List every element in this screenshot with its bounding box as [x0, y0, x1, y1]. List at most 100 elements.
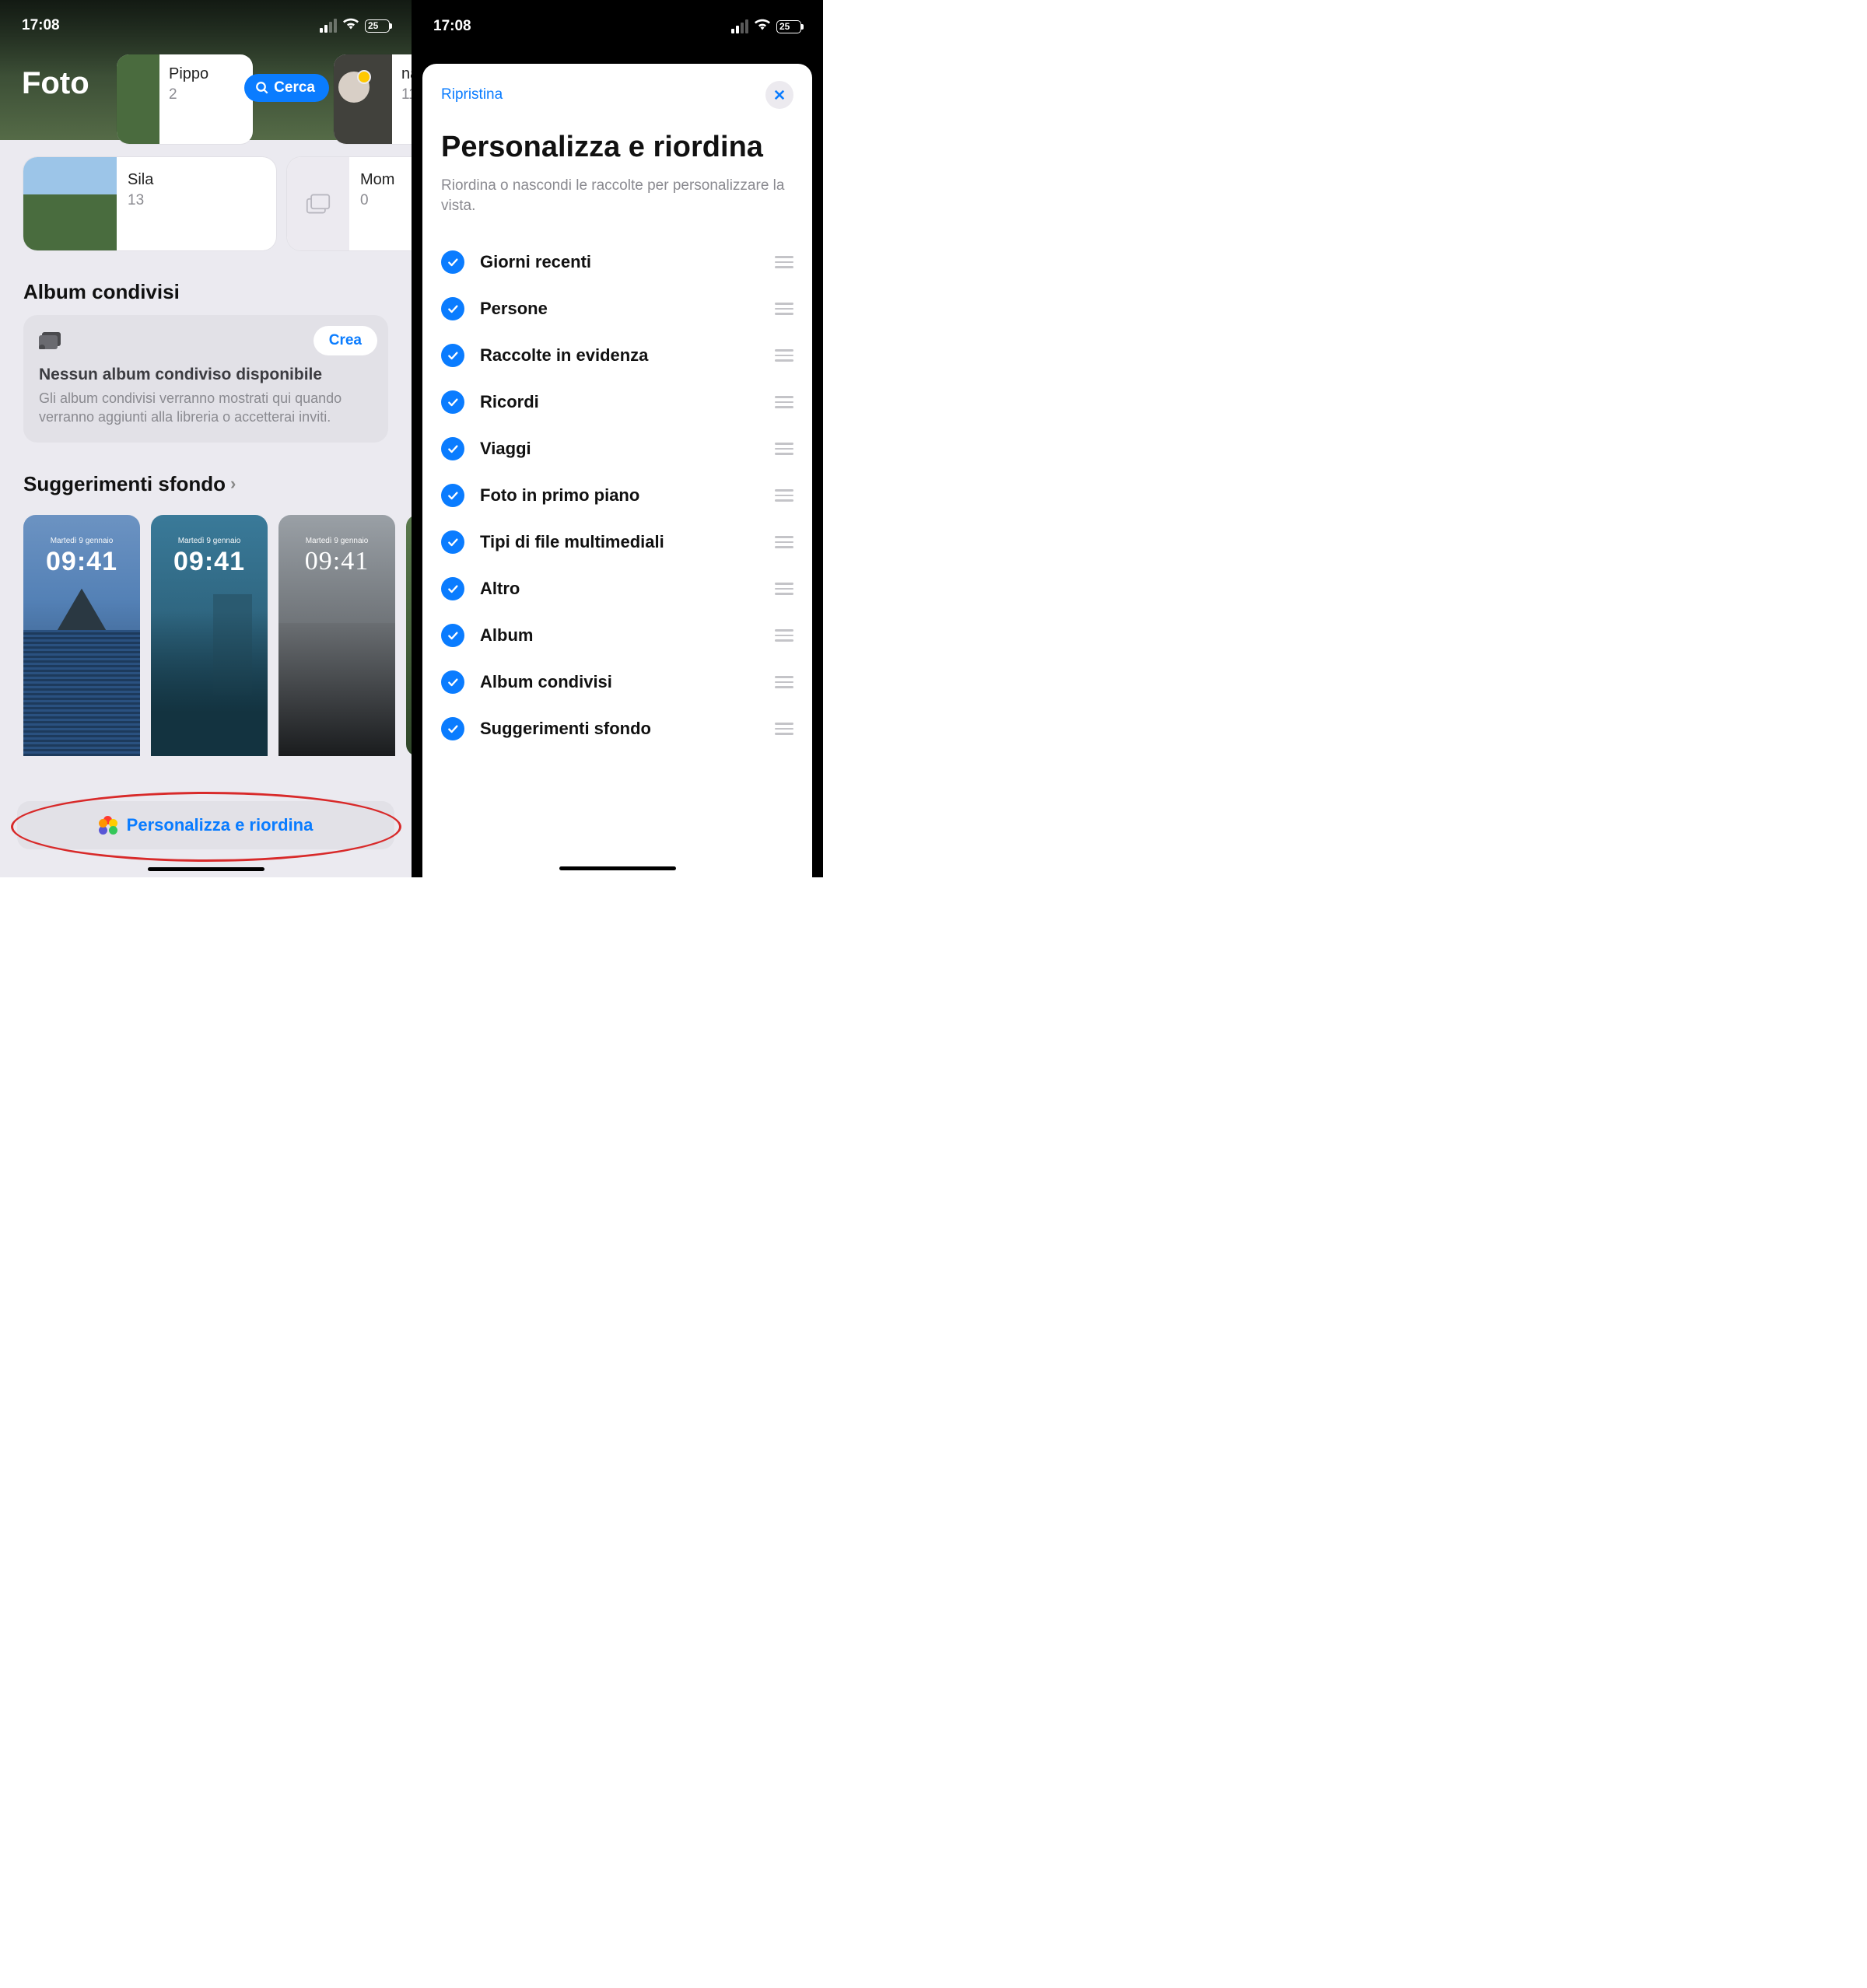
collection-row[interactable]: Album condivisi — [441, 659, 793, 705]
customize-reorder-button[interactable]: Personalizza e riordina — [17, 801, 394, 849]
wallpaper-tile[interactable]: Martedì 9 gennaio 09:41 — [23, 515, 140, 756]
album-count: 13 — [128, 192, 153, 209]
album-name: Sila — [128, 171, 153, 189]
status-bar: 17:08 25 — [412, 0, 823, 39]
search-label: Cerca — [274, 79, 315, 96]
collection-row[interactable]: Altro — [441, 565, 793, 612]
wallpaper-date: Martedì 9 gennaio — [51, 537, 114, 545]
wifi-icon — [755, 18, 770, 35]
collection-row[interactable]: Suggerimenti sfondo — [441, 705, 793, 752]
collection-label: Giorni recenti — [480, 252, 759, 272]
profile-avatar[interactable] — [338, 72, 370, 103]
drag-handle-icon[interactable] — [775, 349, 793, 362]
drag-handle-icon[interactable] — [775, 443, 793, 455]
battery-icon: 25 — [365, 19, 390, 33]
restore-button[interactable]: Ripristina — [441, 86, 503, 103]
wallpaper-tile[interactable]: Martedì 9 gennaio 09:41 — [278, 515, 395, 756]
close-button[interactable] — [765, 81, 793, 109]
status-time: 17:08 — [22, 17, 60, 34]
collection-row[interactable]: Persone — [441, 285, 793, 332]
collection-row[interactable]: Foto in primo piano — [441, 472, 793, 519]
wallpaper-tile[interactable] — [406, 515, 412, 756]
empty-title: Nessun album condiviso disponibile — [39, 366, 373, 384]
wallpaper-clock: 09:41 — [173, 547, 245, 577]
drag-handle-icon[interactable] — [775, 629, 793, 642]
checkbox-checked-icon[interactable] — [441, 577, 464, 600]
collection-label: Suggerimenti sfondo — [480, 719, 759, 739]
collection-label: Ricordi — [480, 392, 759, 412]
drag-handle-icon[interactable] — [775, 303, 793, 315]
shared-albums-empty-card: Crea Nessun album condiviso disponibile … — [23, 315, 388, 443]
album-tile[interactable]: Sila 13 — [23, 157, 276, 250]
home-indicator[interactable] — [559, 866, 676, 870]
status-icons: 25 — [320, 17, 390, 34]
wallpaper-tile[interactable]: Martedì 9 gennaio 09:41 — [151, 515, 268, 756]
album-name: nap — [401, 65, 412, 83]
drag-handle-icon[interactable] — [775, 723, 793, 735]
wallpaper-clock: 09:41 — [305, 547, 369, 576]
wifi-icon — [343, 17, 359, 34]
drag-handle-icon[interactable] — [775, 676, 793, 688]
photos-main-screen: 17:08 25 Foto Pippo 2 nap 119 — [0, 0, 412, 877]
collection-label: Raccolte in evidenza — [480, 345, 759, 366]
checkbox-checked-icon[interactable] — [441, 624, 464, 647]
checkbox-checked-icon[interactable] — [441, 250, 464, 274]
checkbox-checked-icon[interactable] — [441, 344, 464, 367]
section-heading-shared[interactable]: Album condivisi — [0, 250, 412, 315]
collection-label: Album — [480, 625, 759, 646]
home-indicator[interactable] — [148, 867, 264, 871]
checkbox-checked-icon[interactable] — [441, 297, 464, 320]
photos-stack-icon — [287, 157, 349, 250]
search-button[interactable]: Cerca — [244, 74, 329, 102]
section-heading-wallpaper[interactable]: Suggerimenti sfondo › — [0, 443, 412, 507]
collection-label: Viaggi — [480, 439, 759, 459]
album-name: Pippo — [169, 65, 208, 83]
collection-label: Foto in primo piano — [480, 485, 759, 506]
collection-row[interactable]: Ricordi — [441, 379, 793, 425]
cellular-icon — [731, 19, 748, 33]
checkbox-checked-icon[interactable] — [441, 530, 464, 554]
checkbox-checked-icon[interactable] — [441, 717, 464, 740]
checkbox-checked-icon[interactable] — [441, 437, 464, 460]
album-count: 0 — [360, 192, 394, 209]
collection-label: Tipi di file multimediali — [480, 532, 759, 552]
wallpaper-clock: 09:41 — [46, 547, 117, 577]
cellular-icon — [320, 19, 337, 33]
checkbox-checked-icon[interactable] — [441, 484, 464, 507]
collection-row[interactable]: Giorni recenti — [441, 239, 793, 285]
album-count: 2 — [169, 86, 208, 103]
customize-sheet: Ripristina Personalizza e riordina Riord… — [422, 64, 812, 877]
collection-label: Album condivisi — [480, 672, 759, 692]
empty-body: Gli album condivisi verranno mostrati qu… — [39, 389, 373, 427]
wallpaper-date: Martedì 9 gennaio — [306, 537, 369, 545]
page-title: Foto — [8, 66, 89, 132]
status-icons: 25 — [731, 18, 801, 35]
drag-handle-icon[interactable] — [775, 396, 793, 408]
create-button[interactable]: Crea — [314, 326, 377, 355]
collection-row[interactable]: Viaggi — [441, 425, 793, 472]
sheet-title: Personalizza e riordina — [441, 131, 793, 165]
collections-list: Giorni recenti Persone Raccolte in evidenz… — [441, 239, 793, 752]
album-name: Mom — [360, 171, 394, 189]
collection-row[interactable]: Tipi di file multimediali — [441, 519, 793, 565]
album-thumbnail — [23, 157, 117, 250]
photos-app-icon — [99, 816, 117, 835]
collection-row[interactable]: Album — [441, 612, 793, 659]
collection-label: Altro — [480, 579, 759, 599]
checkbox-checked-icon[interactable] — [441, 390, 464, 414]
wallpaper-suggestions[interactable]: Martedì 9 gennaio 09:41 Martedì 9 gennai… — [0, 507, 412, 756]
album-row: Sila 13 Mom 0 — [0, 140, 412, 250]
drag-handle-icon[interactable] — [775, 583, 793, 595]
album-tile[interactable]: Pippo 2 — [117, 54, 253, 144]
sheet-subtitle: Riordina o nascondi le raccolte per pers… — [441, 176, 793, 217]
checkbox-checked-icon[interactable] — [441, 670, 464, 694]
wallpaper-date: Martedì 9 gennaio — [178, 537, 241, 545]
drag-handle-icon[interactable] — [775, 489, 793, 502]
album-thumbnail — [117, 54, 159, 144]
customize-sheet-screen: 17:08 25 Ripristina Personalizza e riord… — [412, 0, 823, 877]
album-tile[interactable]: Mom 0 — [287, 157, 412, 250]
drag-handle-icon[interactable] — [775, 536, 793, 548]
status-time: 17:08 — [433, 18, 471, 35]
collection-row[interactable]: Raccolte in evidenza — [441, 332, 793, 379]
drag-handle-icon[interactable] — [775, 256, 793, 268]
